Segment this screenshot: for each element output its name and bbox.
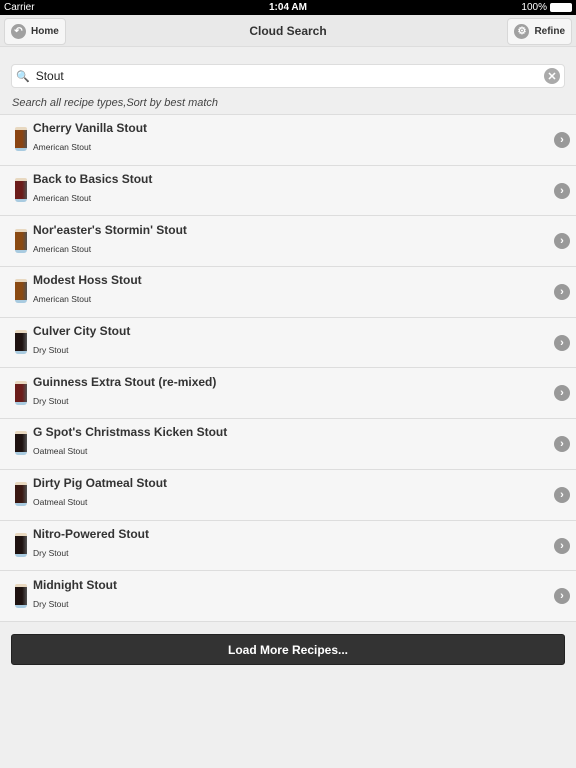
recipe-row[interactable]: Culver City Stout Dry Stout › [0, 318, 576, 369]
recipe-name: G Spot's Christmass Kicken Stout [33, 425, 228, 440]
recipe-row[interactable]: Midnight Stout Dry Stout › [0, 571, 576, 622]
chevron-right-icon[interactable]: › [554, 537, 570, 554]
recipe-row[interactable]: Cherry Vanilla Stout American Stout › [0, 115, 576, 166]
search-hint: Search all recipe types,Sort by best mat… [12, 97, 219, 109]
search-field[interactable]: 🔍 ✕ [11, 64, 565, 88]
recipe-row[interactable]: Dirty Pig Oatmeal Stout Oatmeal Stout › [0, 470, 576, 521]
recipe-name: Nor'easter's Stormin' Stout [33, 222, 187, 237]
beer-glass-icon [15, 279, 27, 304]
beer-glass-icon [15, 431, 27, 456]
recipe-name: Guinness Extra Stout (re-mixed) [33, 374, 217, 389]
beer-glass-icon [15, 127, 27, 152]
recipe-name: Culver City Stout [33, 324, 131, 339]
beer-glass-icon [15, 380, 27, 405]
clear-icon[interactable]: ✕ [544, 68, 560, 84]
search-icon: 🔍 [16, 70, 30, 83]
recipe-name: Cherry Vanilla Stout [33, 121, 148, 136]
recipe-style: American Stout [33, 243, 92, 254]
recipe-name: Back to Basics Stout [33, 172, 153, 187]
status-bar: Carrier 1:04 AM 100% [0, 0, 576, 15]
beer-glass-icon [15, 228, 27, 253]
beer-glass-icon [15, 532, 27, 557]
home-button[interactable]: ↶ Home [4, 18, 66, 45]
recipe-row[interactable]: G Spot's Christmass Kicken Stout Oatmeal… [0, 419, 576, 470]
beer-glass-icon [15, 330, 27, 355]
chevron-right-icon[interactable]: › [554, 486, 570, 503]
clock: 1:04 AM [269, 2, 307, 13]
recipe-row[interactable]: Back to Basics Stout American Stout › [0, 166, 576, 217]
chevron-right-icon[interactable]: › [554, 182, 570, 199]
chevron-right-icon[interactable]: › [554, 233, 570, 250]
recipe-row[interactable]: Guinness Extra Stout (re-mixed) Dry Stou… [0, 368, 576, 420]
refine-button[interactable]: ⚙ Refine [507, 18, 572, 45]
recipe-style: Oatmeal Stout [33, 446, 88, 457]
back-arrow-icon: ↶ [11, 24, 26, 39]
chevron-right-icon[interactable]: › [554, 132, 570, 148]
beer-glass-icon [15, 482, 27, 507]
nav-bar: ↶ Home Cloud Search ⚙ Refine [0, 15, 576, 47]
recipe-style: Dry Stout [33, 345, 69, 356]
beer-glass-icon [15, 583, 27, 608]
recipe-row[interactable]: Nitro-Powered Stout Dry Stout › [0, 521, 576, 572]
recipe-style: American Stout [33, 142, 92, 153]
search-input[interactable] [35, 69, 544, 83]
chevron-right-icon[interactable]: › [554, 385, 570, 402]
chevron-right-icon[interactable]: › [554, 588, 570, 605]
recipe-name: Dirty Pig Oatmeal Stout [33, 476, 168, 491]
recipe-name: Nitro-Powered Stout [33, 526, 149, 541]
beer-glass-icon [15, 178, 27, 203]
chevron-right-icon[interactable]: › [554, 334, 570, 351]
recipe-name: Midnight Stout [33, 577, 117, 592]
recipe-row[interactable]: Modest Hoss Stout American Stout › [0, 267, 576, 318]
recipe-style: American Stout [33, 193, 92, 204]
recipe-name: Modest Hoss Stout [33, 273, 142, 288]
recipe-style: Dry Stout [33, 598, 69, 609]
recipe-list: Cherry Vanilla Stout American Stout › Ba… [0, 114, 576, 622]
recipe-row[interactable]: Nor'easter's Stormin' Stout American Sto… [0, 216, 576, 268]
recipe-style: Oatmeal Stout [33, 497, 88, 508]
page-title: Cloud Search [249, 23, 327, 38]
chevron-right-icon[interactable]: › [554, 436, 570, 453]
recipe-style: Dry Stout [33, 547, 69, 558]
load-more-button[interactable]: Load More Recipes... [11, 634, 565, 665]
gear-icon: ⚙ [514, 24, 530, 39]
recipe-style: American Stout [33, 294, 92, 305]
chevron-right-icon[interactable]: › [554, 284, 570, 301]
recipe-style: Dry Stout [33, 395, 69, 406]
